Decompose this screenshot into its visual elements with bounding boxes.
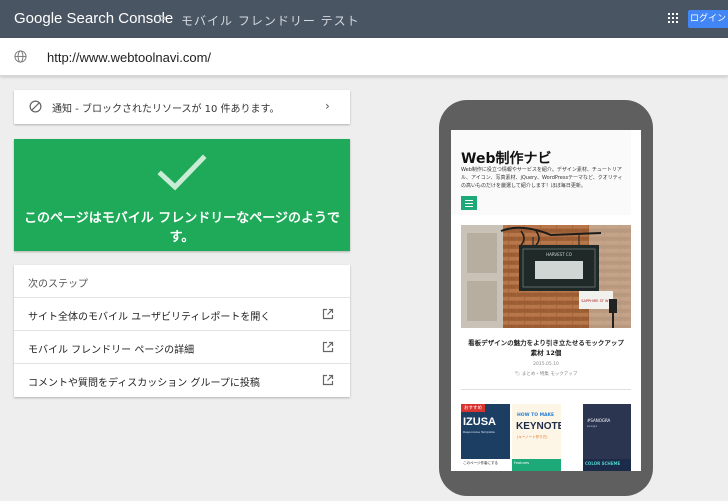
tile-caption: COLOR SCHEME: [583, 459, 631, 471]
step-open-usability-report[interactable]: サイト全体のモバイル ユーザビリティレポートを開く: [14, 297, 350, 330]
site-description: Web制作に役立つ情報やサービスを紹介。デザイン素材、チュートリアル、アイコン、…: [461, 167, 623, 189]
login-button[interactable]: ログイン: [688, 10, 728, 28]
hamburger-menu-icon: [461, 196, 477, 210]
url-bar: [0, 38, 728, 76]
tile-title: #SANOGRA: [587, 418, 611, 423]
open-in-new-icon: [322, 308, 334, 320]
site-header: Web制作ナビ Web制作に役立つ情報やサービスを紹介。デザイン素材、チュートリ…: [451, 130, 631, 215]
step-label: サイト全体のモバイル ユーザビリティレポートを開く: [28, 312, 271, 323]
step-label: コメントや質問をディスカッション グループに投稿: [28, 378, 260, 389]
apps-grid-icon[interactable]: [668, 13, 678, 23]
breadcrumb-separator: >: [158, 10, 167, 27]
tile-kicker: HOW TO MAKE: [517, 413, 555, 418]
open-in-new-icon: [322, 374, 334, 386]
article-tags: 🏷 まとめ・特集 モックアップ: [514, 372, 578, 377]
tile-subtitle: sanogra: [587, 425, 598, 428]
article-title: 看板デザインの魅力をより引き立たせるモックアップ素材 12個: [468, 339, 624, 357]
sign-text: HARVEST CO: [546, 252, 572, 257]
tile-caption: このページ作者にする: [461, 459, 510, 471]
mobile-preview-screen: Web制作ナビ Web制作に役立つ情報やサービスを紹介。デザイン素材、チュートリ…: [451, 130, 641, 471]
globe-icon: [14, 50, 27, 63]
thumbnail-keynote[interactable]: HOW TO MAKE KEYNOTE (キーノート作り方) Features: [512, 404, 561, 471]
site-title: Web制作ナビ: [461, 151, 552, 167]
next-steps-card: 次のステップ サイト全体のモバイル ユーザビリティレポートを開く モバイル フレ…: [14, 265, 350, 397]
thumbnail-izusa[interactable]: おすすめ IZUSA Responsive Template このページ作者にす…: [461, 404, 510, 471]
checkmark-icon: [157, 154, 207, 191]
next-steps-title: 次のステップ: [28, 279, 88, 290]
thumbnail-sanogra[interactable]: #SANOGRA sanogra COLOR SCHEME: [583, 404, 631, 471]
open-in-new-icon: [322, 341, 334, 353]
blocked-resources-notice[interactable]: 通知 - ブロックされたリソースが 10 件あります。 ›: [14, 90, 350, 124]
tile-caption: Features: [512, 459, 561, 471]
tile-title: KEYNOTE: [516, 421, 561, 432]
chevron-right-icon: ›: [325, 99, 330, 113]
url-input[interactable]: [47, 47, 647, 67]
step-label: モバイル フレンドリー ページの詳細: [28, 345, 195, 356]
article-card[interactable]: 看板デザインの魅力をより引き立たせるモックアップ素材 12個 2015.05.1…: [461, 328, 631, 390]
step-mobile-friendly-details[interactable]: モバイル フレンドリー ページの詳細: [14, 330, 350, 363]
mobile-friendly-result: このページはモバイル フレンドリーなページのようです。: [14, 139, 350, 251]
article-date: 2015.05.10: [533, 362, 559, 367]
article-photo: HARVEST CO SAPPHIRE ST W1: [461, 225, 631, 328]
street-sign-text: SAPPHIRE ST W1: [581, 299, 610, 303]
brand-title[interactable]: Google Search Console: [14, 10, 173, 27]
tile-subtitle: Responsive Template: [463, 430, 495, 434]
mobile-preview-frame: Web制作ナビ Web制作に役立つ情報やサービスを紹介。デザイン素材、チュートリ…: [439, 100, 653, 496]
recommend-badge: おすすめ: [461, 404, 485, 412]
shop-sign-photo: HARVEST CO SAPPHIRE ST W1: [461, 225, 631, 328]
result-message: このページはモバイル フレンドリーなページのようです。: [23, 211, 340, 245]
page-title: モバイル フレンドリー テスト: [181, 14, 360, 28]
tile-subtitle: (キーノート作り方): [517, 435, 548, 439]
top-app-bar: Google Search Console > モバイル フレンドリー テスト …: [0, 0, 728, 38]
blocked-icon: [29, 100, 42, 113]
tile-title: IZUSA: [463, 416, 496, 428]
step-post-to-discussion-group[interactable]: コメントや質問をディスカッション グループに投稿: [14, 363, 350, 396]
notice-text: 通知 - ブロックされたリソースが 10 件あります。: [52, 104, 280, 115]
